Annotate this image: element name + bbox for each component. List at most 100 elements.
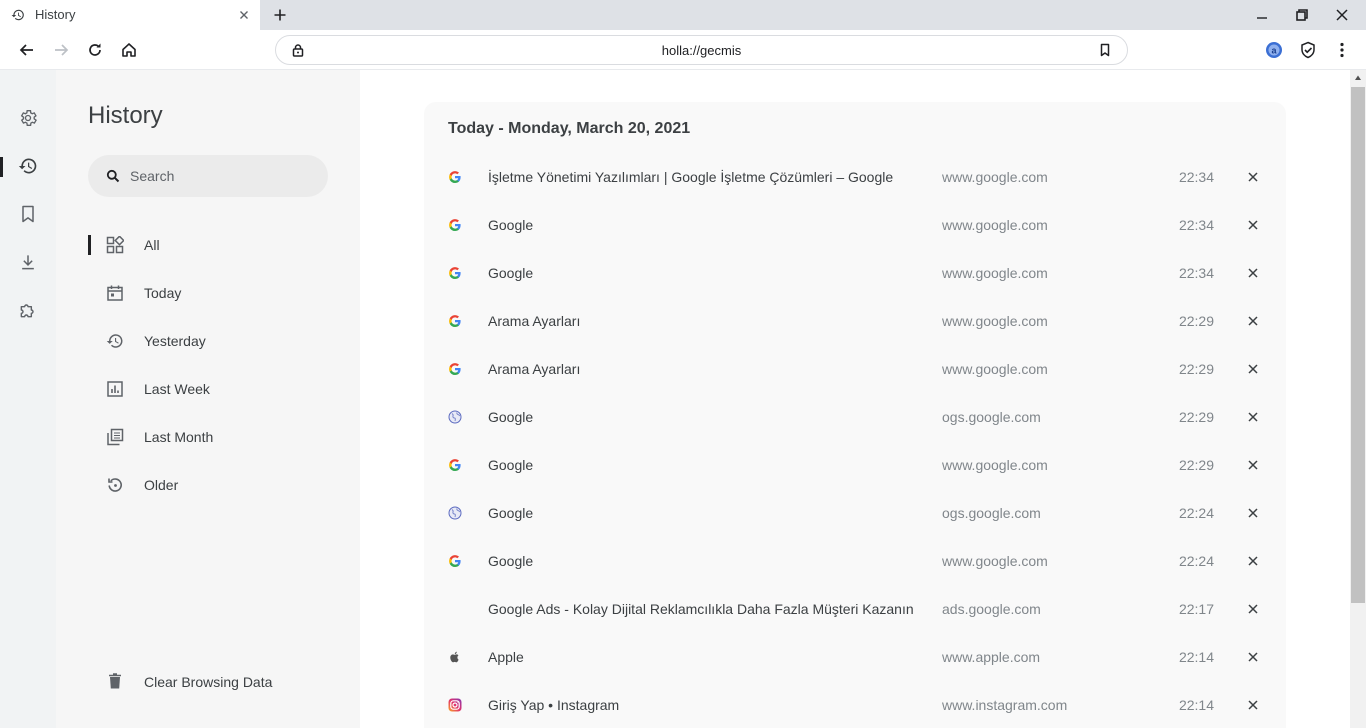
url-text[interactable]: holla://gecmis [276, 43, 1127, 58]
history-title[interactable]: Google [488, 457, 932, 473]
instagram-icon [448, 698, 462, 712]
remove-entry-icon[interactable] [1246, 602, 1260, 616]
minimize-icon[interactable] [1255, 8, 1269, 22]
filter-today[interactable]: Today [88, 277, 348, 309]
puzzle-icon[interactable] [18, 300, 38, 320]
restore-icon [106, 476, 124, 494]
bookmark-icon[interactable] [18, 204, 38, 224]
forward-icon[interactable] [52, 41, 70, 59]
history-row[interactable]: Google ogs.google.com 22:29 [424, 393, 1286, 441]
history-title[interactable]: Giriş Yap • Instagram [488, 697, 932, 713]
globe-icon [448, 506, 462, 520]
history-title[interactable]: İşletme Yönetimi Yazılımları | Google İş… [488, 169, 932, 185]
restore-icon[interactable] [1295, 8, 1309, 22]
tab-history[interactable]: History [0, 0, 260, 30]
remove-entry-icon[interactable] [1246, 410, 1260, 424]
remove-entry-icon[interactable] [1246, 314, 1260, 328]
remove-entry-icon[interactable] [1246, 458, 1260, 472]
history-title[interactable]: Arama Ayarları [488, 361, 932, 377]
search-box[interactable] [88, 155, 328, 197]
history-row[interactable]: İşletme Yönetimi Yazılımları | Google İş… [424, 153, 1286, 201]
account-icon[interactable]: a [1265, 41, 1283, 59]
history-title[interactable]: Google [488, 505, 932, 521]
history-title[interactable]: Arama Ayarları [488, 313, 932, 329]
remove-entry-icon[interactable] [1246, 170, 1260, 184]
history-time: 22:17 [1178, 601, 1214, 617]
history-main: Today - Monday, March 20, 2021 İşletme Y… [360, 70, 1350, 728]
history-time: 22:24 [1178, 553, 1214, 569]
home-icon[interactable] [120, 41, 138, 59]
history-row[interactable]: Google www.google.com 22:24 [424, 537, 1286, 585]
kebab-menu-icon[interactable] [1333, 41, 1351, 59]
remove-entry-icon[interactable] [1246, 362, 1260, 376]
history-title[interactable]: Apple [488, 649, 932, 665]
back-icon[interactable] [18, 41, 36, 59]
remove-entry-icon[interactable] [1246, 698, 1260, 712]
remove-entry-icon[interactable] [1246, 506, 1260, 520]
plus-icon[interactable] [273, 8, 287, 22]
history-row[interactable]: Google www.google.com 22:29 [424, 441, 1286, 489]
page-title: History [88, 102, 163, 129]
history-time: 22:29 [1178, 409, 1214, 425]
history-domain: www.google.com [942, 553, 1048, 569]
remove-entry-icon[interactable] [1246, 266, 1260, 280]
history-title[interactable]: Google [488, 553, 932, 569]
address-bar[interactable]: holla://gecmis [275, 35, 1128, 65]
history-icon [11, 8, 25, 22]
history-row[interactable]: Google www.google.com 22:34 [424, 201, 1286, 249]
active-filter-indicator [88, 235, 91, 255]
search-input[interactable] [130, 155, 310, 197]
gear-icon[interactable] [18, 108, 38, 128]
history-row[interactable]: Google www.google.com 22:34 [424, 249, 1286, 297]
history-row[interactable]: Apple www.apple.com 22:14 [424, 633, 1286, 681]
shield-check-icon[interactable] [1299, 41, 1317, 59]
history-domain: www.google.com [942, 457, 1048, 473]
history-title[interactable]: Google [488, 265, 932, 281]
history-row[interactable]: Arama Ayarları www.google.com 22:29 [424, 297, 1286, 345]
remove-entry-icon[interactable] [1246, 650, 1260, 664]
history-domain: www.google.com [942, 361, 1048, 377]
scrollbar[interactable] [1350, 70, 1366, 728]
apple-icon [448, 650, 462, 664]
history-time: 22:14 [1178, 649, 1214, 665]
history-row[interactable]: Google ogs.google.com 22:24 [424, 489, 1286, 537]
history-time: 22:29 [1178, 457, 1214, 473]
tab-title: History [35, 7, 76, 22]
bookmark-icon[interactable] [1098, 43, 1112, 57]
history-row[interactable]: Arama Ayarları www.google.com 22:29 [424, 345, 1286, 393]
scrollbar-thumb[interactable] [1351, 87, 1365, 603]
toolbar: holla://gecmis a [0, 30, 1366, 70]
filter-all[interactable]: All [88, 229, 348, 261]
remove-entry-icon[interactable] [1246, 554, 1260, 568]
download-icon[interactable] [18, 252, 38, 272]
clear-browsing-data-button[interactable]: Clear Browsing Data [88, 666, 348, 698]
scroll-up-icon[interactable] [1354, 74, 1362, 82]
history-row[interactable]: Google Ads - Kolay Dijital Reklamcılıkla… [424, 585, 1286, 633]
history-domain: www.google.com [942, 217, 1048, 233]
history-card: Today - Monday, March 20, 2021 İşletme Y… [424, 102, 1286, 728]
remove-entry-icon[interactable] [1246, 218, 1260, 232]
history-row[interactable]: Giriş Yap • Instagram www.instagram.com 22… [424, 681, 1286, 728]
history-domain: www.apple.com [942, 649, 1041, 665]
history-title[interactable]: Google [488, 217, 932, 233]
close-tab-icon[interactable] [237, 8, 251, 22]
favicon-placeholder [448, 602, 462, 616]
filter-last-week[interactable]: Last Week [88, 373, 348, 405]
close-icon[interactable] [1335, 8, 1349, 22]
stack-icon [106, 428, 124, 446]
history-title[interactable]: Google Ads - Kolay Dijital Reklamcılıkla… [488, 601, 932, 617]
history-icon[interactable] [18, 156, 38, 176]
left-rail [0, 70, 56, 728]
trash-icon [106, 672, 124, 690]
google-icon [448, 362, 462, 376]
filter-label: Older [144, 477, 179, 493]
filter-last-month[interactable]: Last Month [88, 421, 348, 453]
reload-icon[interactable] [86, 41, 104, 59]
history-time: 22:14 [1178, 697, 1214, 713]
google-icon [448, 218, 462, 232]
filter-yesterday[interactable]: Yesterday [88, 325, 348, 357]
history-title[interactable]: Google [488, 409, 932, 425]
filter-label: Last Week [144, 381, 210, 397]
history-time: 22:34 [1178, 169, 1214, 185]
filter-older[interactable]: Older [88, 469, 348, 501]
